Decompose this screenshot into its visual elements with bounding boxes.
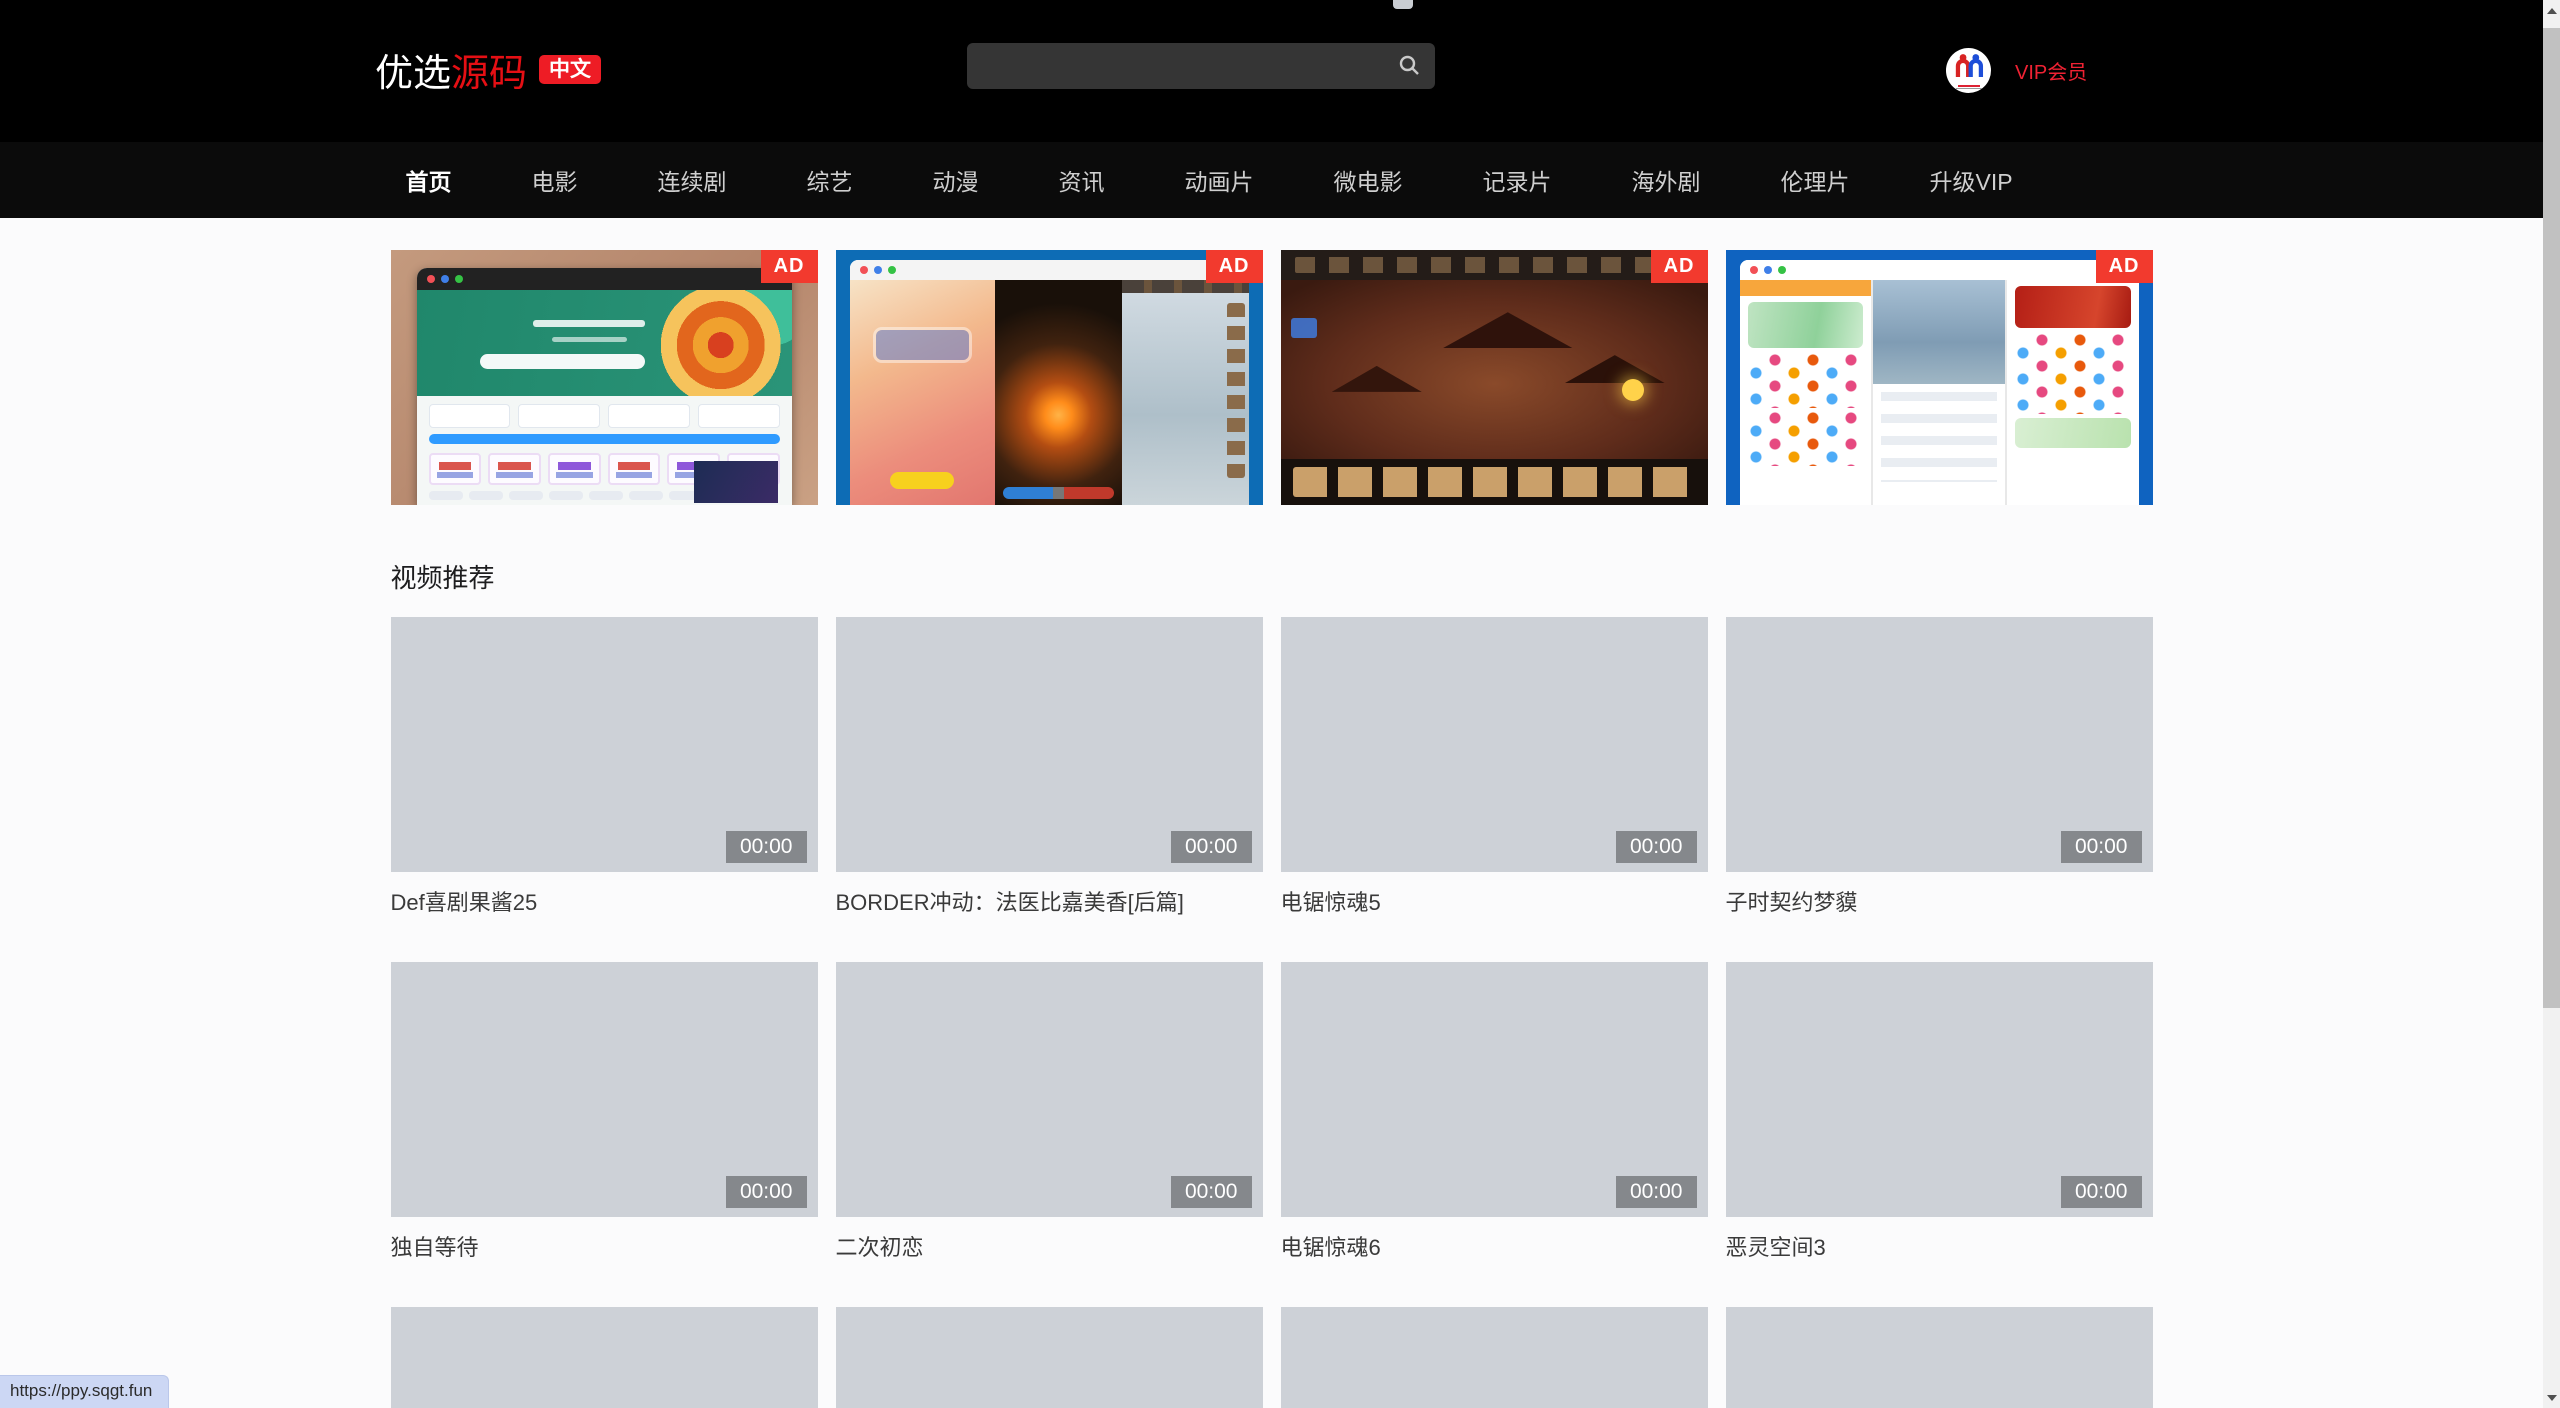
video-thumbnail-placeholder[interactable] <box>1726 1307 2153 1408</box>
search-bar <box>967 43 1435 89</box>
avatar-logo-icon <box>1952 53 1986 84</box>
duration-badge: 00:00 <box>1171 1176 1252 1208</box>
logo-text-part2: 源码 <box>451 42 527 97</box>
top-scroll-artifact <box>1393 0 1413 9</box>
video-title: 电锯惊魂6 <box>1281 1233 1708 1263</box>
video-thumbnail[interactable]: 00:00 <box>391 962 818 1217</box>
scroll-down-button[interactable] <box>2543 1389 2560 1406</box>
nav-items: 首页 电影 连续剧 综艺 动漫 资讯 动画片 微电影 记录片 海外剧 伦理片 升… <box>391 142 2153 218</box>
nav-item[interactable]: 伦理片 <box>1781 163 1850 197</box>
ad-banner-1[interactable]: AD <box>391 250 818 505</box>
page: 优选源码 中文 <box>0 0 2543 1408</box>
video-grid: 00:00 Def喜剧果酱25 00:00 BORDER冲动：法医比嘉美香[后篇… <box>391 617 2153 1263</box>
duration-badge: 00:00 <box>726 1176 807 1208</box>
ad2-artwork <box>850 260 1249 505</box>
scrollbar[interactable] <box>2543 0 2560 1408</box>
section-title: 视频推荐 <box>391 558 2153 595</box>
video-thumbnail-placeholder[interactable] <box>836 1307 1263 1408</box>
ad-banner-2[interactable]: AD <box>836 250 1263 505</box>
ad-banner-3[interactable]: AD <box>1281 250 1708 505</box>
user-area: VIP会员 <box>1946 48 2087 93</box>
main-nav: 首页 电影 连续剧 综艺 动漫 资讯 动画片 微电影 记录片 海外剧 伦理片 升… <box>0 142 2543 218</box>
video-thumbnail[interactable]: 00:00 <box>836 617 1263 872</box>
avatar-caption-line <box>1958 85 1980 87</box>
video-title: BORDER冲动：法医比嘉美香[后篇] <box>836 888 1263 918</box>
nav-item[interactable]: 首页 <box>406 163 452 197</box>
video-card[interactable]: 00:00 Def喜剧果酱25 <box>391 617 818 918</box>
search-button[interactable] <box>1393 51 1425 81</box>
site-logo[interactable]: 优选源码 中文 <box>375 42 601 97</box>
ad-badge: AD <box>1206 250 1263 283</box>
duration-badge: 00:00 <box>2061 831 2142 863</box>
video-thumbnail-placeholder[interactable] <box>391 1307 818 1408</box>
nav-item[interactable]: 电影 <box>532 163 578 197</box>
logo-language-badge: 中文 <box>539 55 601 84</box>
nav-item[interactable]: 微电影 <box>1334 163 1403 197</box>
ad-badge: AD <box>1651 250 1708 283</box>
video-thumbnail[interactable]: 00:00 <box>1281 962 1708 1217</box>
avatar-subcaption-line <box>1956 88 1982 89</box>
video-thumbnail[interactable]: 00:00 <box>836 962 1263 1217</box>
ad-banner-row: AD AD <box>391 250 2153 505</box>
nav-item[interactable]: 综艺 <box>807 163 853 197</box>
video-card[interactable]: 00:00 电锯惊魂6 <box>1281 962 1708 1263</box>
video-title: Def喜剧果酱25 <box>391 888 818 918</box>
ad-badge: AD <box>2096 250 2153 283</box>
video-title: 独自等待 <box>391 1233 818 1263</box>
ad1-artwork <box>417 268 792 505</box>
video-card[interactable]: 00:00 二次初恋 <box>836 962 1263 1263</box>
scrollbar-thumb[interactable] <box>2543 28 2560 1008</box>
scroll-up-icon <box>2547 8 2557 14</box>
duration-badge: 00:00 <box>2061 1176 2142 1208</box>
nav-item[interactable]: 资讯 <box>1059 163 1105 197</box>
nav-item[interactable]: 升级VIP <box>1930 163 2013 197</box>
video-thumbnail[interactable]: 00:00 <box>1726 617 2153 872</box>
nav-item[interactable]: 海外剧 <box>1632 163 1701 197</box>
search-icon <box>1397 65 1421 80</box>
video-card[interactable]: 00:00 独自等待 <box>391 962 818 1263</box>
video-title: 子时契约梦貘 <box>1726 888 2153 918</box>
duration-badge: 00:00 <box>1616 831 1697 863</box>
video-thumbnail[interactable]: 00:00 <box>391 617 818 872</box>
scroll-down-icon <box>2547 1395 2557 1401</box>
duration-badge: 00:00 <box>1171 831 1252 863</box>
ad4-artwork <box>1740 260 2139 505</box>
video-card[interactable]: 00:00 恶灵空间3 <box>1726 962 2153 1263</box>
vip-member-link[interactable]: VIP会员 <box>2015 56 2087 85</box>
site-header: 优选源码 中文 <box>0 0 2543 142</box>
video-thumbnail[interactable]: 00:00 <box>1281 617 1708 872</box>
avatar[interactable] <box>1946 48 1991 93</box>
duration-badge: 00:00 <box>726 831 807 863</box>
partial-video-row <box>391 1307 2153 1408</box>
video-title: 二次初恋 <box>836 1233 1263 1263</box>
nav-item[interactable]: 记录片 <box>1483 163 1552 197</box>
duration-badge: 00:00 <box>1616 1176 1697 1208</box>
video-thumbnail-placeholder[interactable] <box>1281 1307 1708 1408</box>
nav-item[interactable]: 动漫 <box>933 163 979 197</box>
content-container: AD AD <box>391 250 2153 1408</box>
video-title: 恶灵空间3 <box>1726 1233 2153 1263</box>
video-card[interactable]: 00:00 子时契约梦貘 <box>1726 617 2153 918</box>
status-url-bubble: https://ppy.sqgt.fun <box>0 1375 169 1408</box>
scroll-up-button[interactable] <box>2543 2 2560 19</box>
video-thumbnail[interactable]: 00:00 <box>1726 962 2153 1217</box>
video-card[interactable]: 00:00 BORDER冲动：法医比嘉美香[后篇] <box>836 617 1263 918</box>
nav-item[interactable]: 连续剧 <box>658 163 727 197</box>
video-card[interactable]: 00:00 电锯惊魂5 <box>1281 617 1708 918</box>
ad-banner-4[interactable]: AD <box>1726 250 2153 505</box>
search-input[interactable] <box>967 43 1435 89</box>
logo-text-part1: 优选 <box>375 42 451 97</box>
ad-badge: AD <box>761 250 818 283</box>
nav-item[interactable]: 动画片 <box>1185 163 1254 197</box>
video-title: 电锯惊魂5 <box>1281 888 1708 918</box>
